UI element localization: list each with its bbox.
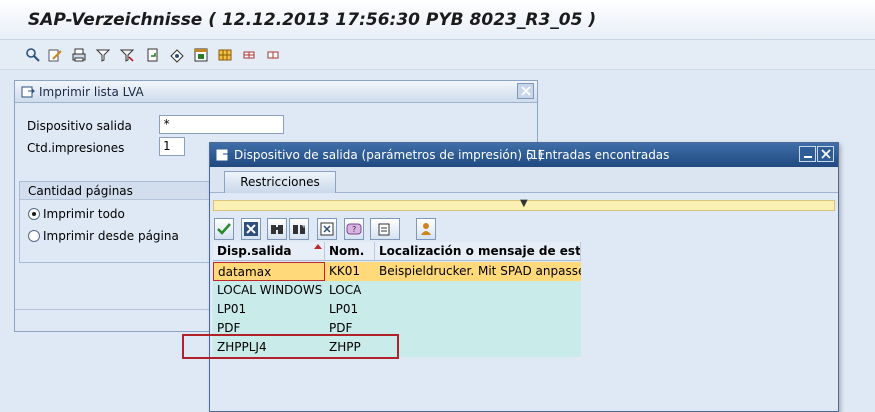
minimize-icon [803,156,812,158]
print-from-radio[interactable] [28,230,40,242]
device-input[interactable]: * [159,115,284,134]
print-all-radio[interactable] [28,208,40,220]
edit-icon[interactable] [46,46,64,64]
print-icon[interactable] [70,46,88,64]
application-toolbar [0,40,875,70]
print-button[interactable] [370,218,400,240]
person-icon [421,223,431,235]
find-icon[interactable] [118,46,136,64]
output-device-dialog: Dispositivo de salida (parámetros de imp… [209,142,839,412]
cell-location [375,319,581,338]
personalize-button[interactable] [416,218,436,240]
cell-device[interactable]: LP01 [213,300,325,319]
dialog-title-bar: Dispositivo de salida (parámetros de imp… [210,143,838,167]
dialog-title: Dispositivo de salida (parámetros de imp… [234,148,543,162]
highlight-box [182,334,399,359]
cell-name: LP01 [325,300,375,319]
close-button[interactable] [517,83,534,99]
column-header-location[interactable]: Localización o mensaje de esta [375,242,581,261]
app-title-bar: SAP-Verzeichnisse ( 12.12.2013 17:56:30 … [0,0,875,40]
cancel-icon [244,222,258,236]
confirm-button[interactable] [214,218,234,240]
grid-small-icon[interactable] [240,46,258,64]
table-row[interactable]: LP01 LP01 [213,300,581,319]
print-all-label: Imprimir todo [43,207,125,221]
print-from-label: Imprimir desde página [43,229,179,243]
find-next-button[interactable]: + [289,218,309,240]
check-icon [217,223,231,235]
dialog-icon [216,149,229,161]
minimize-button[interactable] [799,146,816,162]
close-button[interactable] [817,146,834,162]
print-icon [378,223,390,236]
grid-icon[interactable] [216,46,234,64]
tab-strip: Restricciones [210,167,838,193]
cell-device[interactable]: LOCAL WINDOWS [213,281,325,300]
svg-text:?: ? [352,225,356,234]
page-title: SAP-Verzeichnisse ( 12.12.2013 17:56:30 … [28,10,597,30]
grid-header: Disp.salida Nom. Localización o mensaje … [213,242,581,261]
table-row[interactable]: datamax KK01 Beispieldrucker. Mit SPAD a… [213,262,581,281]
export-icon[interactable] [144,46,162,64]
splitter-bar[interactable]: ▼ [213,198,835,211]
cell-name: LOCA [325,281,375,300]
find-button[interactable] [267,218,287,240]
splitter-arrow-icon: ▼ [520,198,528,209]
detail-icon[interactable] [24,46,42,64]
sort-button[interactable] [317,218,337,240]
entries-count: 5 Entradas encontradas [526,148,670,162]
sort-icon [320,222,334,236]
pages-group-title: Cantidad páginas [28,184,133,198]
cell-location [375,338,581,357]
cell-location [375,300,581,319]
tab-restrictions[interactable]: Restricciones [224,171,336,193]
cell-location [375,281,581,300]
dialog-title-bar: Imprimir lista LVA [15,81,537,103]
dialog-icon [21,86,35,98]
device-label: Dispositivo salida [27,119,132,133]
cell-device[interactable]: datamax [213,262,325,281]
close-icon [820,149,831,159]
info-button[interactable]: ? [344,218,364,240]
layout-icon[interactable] [192,46,210,64]
svg-text:+: + [301,222,307,230]
close-icon [520,86,531,96]
table-row[interactable]: LOCAL WINDOWS LOCA [213,281,581,300]
filter-icon[interactable] [94,46,112,64]
cell-location: Beispieldrucker. Mit SPAD anpassen. [375,262,581,281]
copies-label: Ctd.impresiones [27,141,125,155]
cancel-button[interactable] [241,218,261,240]
column-header-device[interactable]: Disp.salida [213,242,325,261]
sort-indicator-icon [314,244,322,249]
device-list-grid: Disp.salida Nom. Localización o mensaje … [213,242,837,410]
column-header-name[interactable]: Nom. [325,242,375,261]
binoculars-icon [271,225,283,234]
copies-input[interactable]: 1 [159,137,185,156]
binoculars-plus-icon: + [293,222,307,234]
grid-small-icon[interactable] [264,46,282,64]
dialog-title: Imprimir lista LVA [39,85,144,99]
select-icon[interactable] [168,46,186,64]
cell-name: KK01 [325,262,375,281]
info-icon: ? [346,223,362,235]
